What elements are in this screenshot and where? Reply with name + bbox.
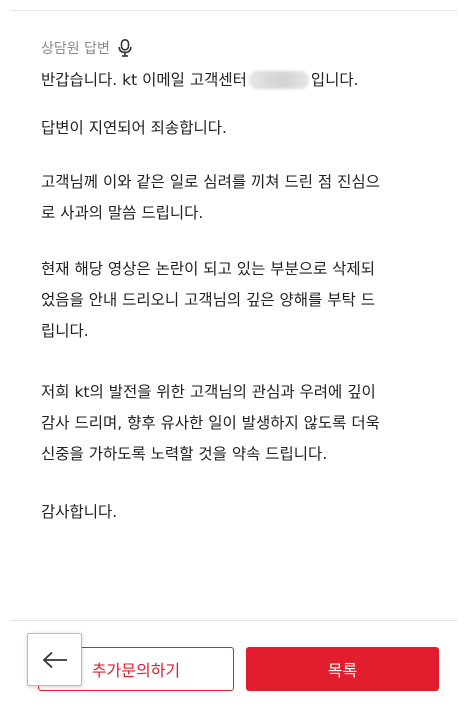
- paragraph-line: 신중을 가하도록 노력할 것을 약속 드립니다.: [41, 445, 328, 463]
- paragraph-line: 현재 해당 영상은 논란이 되고 있는 부분으로 삭제되: [41, 260, 375, 278]
- bottom-divider: [10, 620, 458, 621]
- paragraph-line: 로 사과의 말씀 드립니다.: [41, 204, 204, 222]
- answer-paragraph: 고객님께 이와 같은 일로 심려를 끼쳐 드린 점 진심으 로 사과의 말씀 드…: [41, 167, 446, 229]
- additional-inquiry-label: 추가문의하기: [91, 661, 181, 680]
- paragraph-line: 감사 드리며, 향후 유사한 일이 발생하지 않도록 더욱: [41, 414, 380, 432]
- greeting-suffix: 입니다.: [310, 71, 359, 89]
- answer-paragraph: 저희 kt의 발전을 위한 고객님의 관심과 우려에 깊이 감사 드리며, 향후…: [41, 377, 446, 470]
- answer-section: 상담원 답변 반갑습니다. kt 이메일 고객센터 입니다. 답변이 지연되어 …: [41, 36, 446, 528]
- paragraph-line: 감사합니다.: [41, 503, 118, 521]
- greeting-prefix: 반갑습니다. kt 이메일 고객센터: [41, 71, 247, 89]
- arrow-left-icon: [42, 651, 67, 668]
- paragraph-line: 었음을 안내 드리오니 고객님의 깊은 양해를 부탁 드: [41, 291, 375, 309]
- paragraph-line: 저희 kt의 발전을 위한 고객님의 관심과 우려에 깊이: [41, 383, 376, 401]
- list-button[interactable]: 목록: [246, 647, 439, 691]
- list-button-label: 목록: [327, 661, 358, 680]
- back-button[interactable]: [27, 633, 82, 686]
- top-divider: [10, 10, 458, 11]
- answer-header: 상담원 답변: [41, 36, 446, 60]
- microphone-icon: [118, 39, 132, 57]
- answer-paragraph: 현재 해당 영상은 논란이 되고 있는 부분으로 삭제되 었음을 안내 드리오니…: [41, 254, 446, 347]
- paragraph-line: 립니다.: [41, 322, 89, 340]
- paragraph-line: 답변이 지연되어 죄송합니다.: [41, 119, 227, 137]
- greeting-line: 반갑습니다. kt 이메일 고객센터 입니다.: [41, 68, 446, 92]
- answer-paragraph: 감사합니다.: [41, 497, 446, 528]
- answer-label: 상담원 답변: [41, 41, 110, 57]
- paragraph-line: 고객님께 이와 같은 일로 심려를 끼쳐 드린 점 진심으: [41, 173, 380, 191]
- answer-paragraph: 답변이 지연되어 죄송합니다.: [41, 113, 446, 144]
- redacted-name: [248, 71, 309, 89]
